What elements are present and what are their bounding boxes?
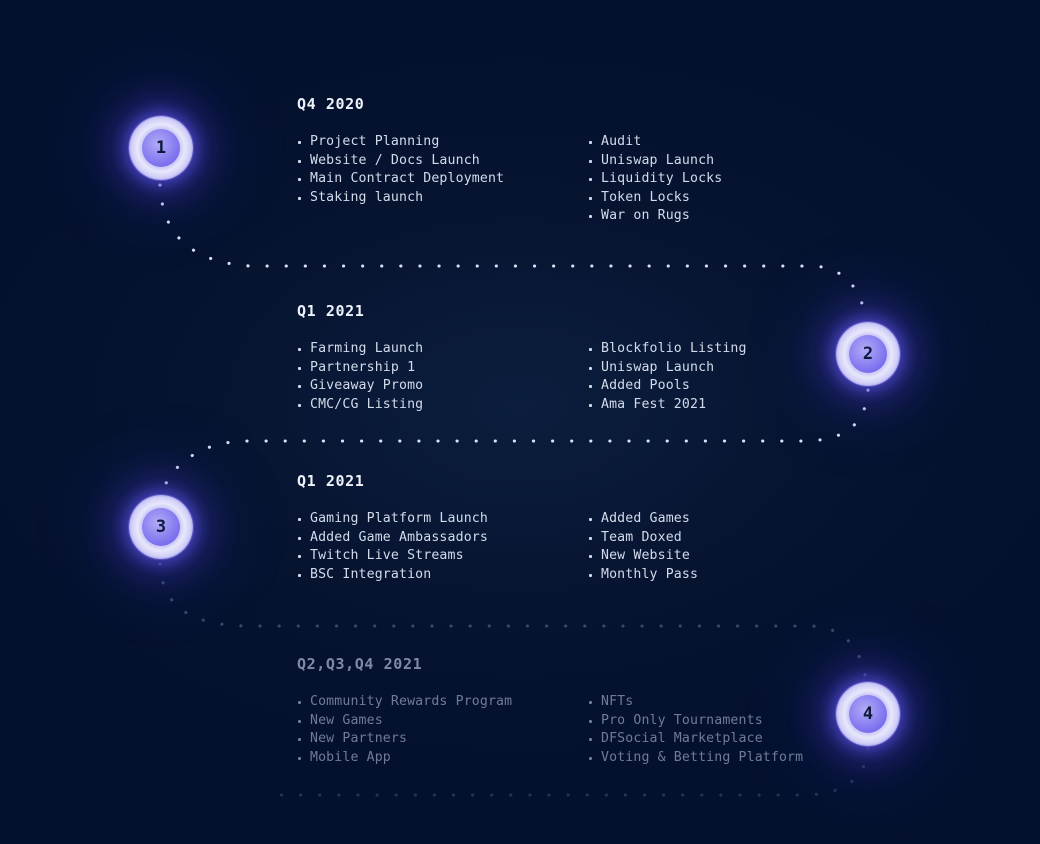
list-item: War on Rugs (588, 207, 897, 226)
list-item: Added Games (588, 510, 897, 529)
milestone-3-left-column: Gaming Platform Launch Added Game Ambassa… (297, 510, 588, 584)
list-item: Added Pools (588, 377, 897, 396)
list-item: Twitch Live Streams (297, 547, 588, 566)
list-item: Uniswap Launch (588, 152, 897, 171)
list-item: Voting & Betting Platform (588, 749, 897, 768)
milestone-4-right-list: NFTs Pro Only Tournaments DFSocial Marketp… (588, 693, 897, 767)
milestone-2-right-list: Blockfolio Listing Uniswap Launch Added Po… (588, 340, 897, 414)
milestone-4-heading: Q2,Q3,Q4 2021 (297, 655, 423, 673)
milestone-1-columns: Project Planning Website / Docs Launch Mai… (297, 133, 897, 226)
list-item: New Games (297, 712, 588, 731)
milestone-3-right-column: Added Games Team Doxed New Website Monthly … (588, 510, 897, 584)
milestone-section-1: Q4 2020 Project Planning Website / Docs L… (297, 95, 897, 226)
list-item: Community Rewards Program (297, 693, 588, 712)
milestone-section-4: Q2,Q3,Q4 2021 Community Rewards Program N… (297, 655, 897, 767)
list-item: Audit (588, 133, 897, 152)
milestone-1-heading: Q4 2020 (297, 95, 365, 113)
list-item: Added Game Ambassadors (297, 529, 588, 548)
milestone-2-heading: Q1 2021 (297, 302, 365, 320)
milestone-section-3: Q1 2021 Gaming Platform Launch Added Game… (297, 472, 897, 584)
list-item: Gaming Platform Launch (297, 510, 588, 529)
roadmap-timeline: 1 2 3 4 Q4 2020 Project Planning Website … (0, 0, 1040, 844)
milestone-1-left-list: Project Planning Website / Docs Launch Mai… (297, 133, 588, 207)
milestone-2-columns: Farming Launch Partnership 1 Giveaway Prom… (297, 340, 897, 414)
list-item: CMC/CG Listing (297, 396, 588, 415)
milestone-2-left-column: Farming Launch Partnership 1 Giveaway Prom… (297, 340, 588, 414)
list-item: Mobile App (297, 749, 588, 768)
milestone-3-heading: Q1 2021 (297, 472, 365, 490)
list-item: Main Contract Deployment (297, 170, 588, 189)
list-item: Monthly Pass (588, 566, 897, 585)
milestone-3-left-list: Gaming Platform Launch Added Game Ambassa… (297, 510, 588, 584)
milestone-1-left-column: Project Planning Website / Docs Launch Mai… (297, 133, 588, 207)
list-item: Giveaway Promo (297, 377, 588, 396)
list-item: Pro Only Tournaments (588, 712, 897, 731)
milestone-node-1[interactable]: 1 (129, 116, 193, 180)
milestone-node-3-core: 3 (142, 508, 180, 546)
milestone-4-left-list: Community Rewards Program New Games New Pa… (297, 693, 588, 767)
list-item: DFSocial Marketplace (588, 730, 897, 749)
list-item: Partnership 1 (297, 359, 588, 378)
milestone-section-2: Q1 2021 Farming Launch Partnership 1 Givea… (297, 302, 897, 414)
list-item: Liquidity Locks (588, 170, 897, 189)
list-item: Project Planning (297, 133, 588, 152)
list-item: Website / Docs Launch (297, 152, 588, 171)
milestone-1-right-list: Audit Uniswap Launch Liquidity Locks Token … (588, 133, 897, 226)
list-item: Farming Launch (297, 340, 588, 359)
list-item: BSC Integration (297, 566, 588, 585)
milestone-4-right-column: NFTs Pro Only Tournaments DFSocial Marketp… (588, 693, 897, 767)
milestone-2-left-list: Farming Launch Partnership 1 Giveaway Prom… (297, 340, 588, 414)
list-item: Team Doxed (588, 529, 897, 548)
list-item: NFTs (588, 693, 897, 712)
milestone-node-1-core: 1 (142, 129, 180, 167)
list-item: New Website (588, 547, 897, 566)
milestone-node-3[interactable]: 3 (129, 495, 193, 559)
list-item: Ama Fest 2021 (588, 396, 897, 415)
list-item: New Partners (297, 730, 588, 749)
milestone-node-1-number: 1 (155, 137, 167, 158)
milestone-4-columns: Community Rewards Program New Games New Pa… (297, 693, 897, 767)
milestone-3-columns: Gaming Platform Launch Added Game Ambassa… (297, 510, 897, 584)
milestone-3-right-list: Added Games Team Doxed New Website Monthly … (588, 510, 897, 584)
milestone-4-left-column: Community Rewards Program New Games New Pa… (297, 693, 588, 767)
list-item: Blockfolio Listing (588, 340, 897, 359)
list-item: Uniswap Launch (588, 359, 897, 378)
list-item: Token Locks (588, 189, 897, 208)
milestone-2-right-column: Blockfolio Listing Uniswap Launch Added Po… (588, 340, 897, 414)
milestone-node-3-number: 3 (155, 516, 167, 537)
list-item: Staking launch (297, 189, 588, 208)
milestone-1-right-column: Audit Uniswap Launch Liquidity Locks Token … (588, 133, 897, 226)
